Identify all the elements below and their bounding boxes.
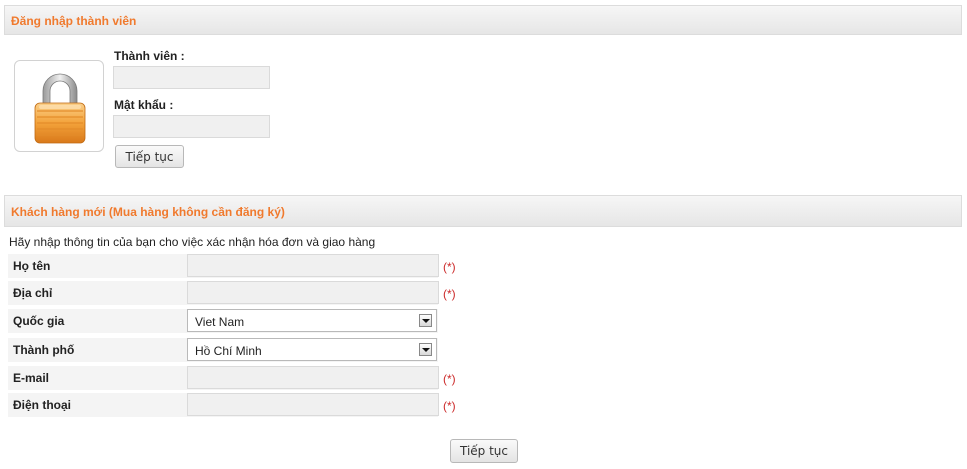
guest-continue-button[interactable]: Tiếp tục bbox=[450, 439, 518, 463]
address-label: Địa chỉ bbox=[13, 286, 53, 300]
email-input[interactable] bbox=[187, 366, 439, 389]
phone-label: Điện thoại bbox=[13, 398, 72, 412]
login-section-header: Đăng nhập thành viên bbox=[4, 5, 962, 35]
guest-section-title: Khách hàng mới (Mua hàng không cần đăng … bbox=[11, 205, 285, 219]
password-input[interactable] bbox=[113, 115, 270, 138]
city-select[interactable]: Hồ Chí Minh bbox=[187, 338, 437, 361]
chevron-down-icon[interactable] bbox=[419, 314, 432, 327]
email-label: E-mail bbox=[13, 371, 50, 385]
guest-intro-text: Hãy nhập thông tin của bạn cho việc xác … bbox=[9, 235, 376, 249]
country-selected-value: Viet Nam bbox=[195, 315, 245, 329]
phone-input[interactable] bbox=[187, 393, 439, 416]
password-label: Mật khẩu : bbox=[114, 98, 174, 112]
guest-section-header: Khách hàng mới (Mua hàng không cần đăng … bbox=[4, 195, 962, 227]
city-label: Thành phố bbox=[13, 343, 75, 357]
chevron-down-icon[interactable] bbox=[419, 343, 432, 356]
address-required-mark: (*) bbox=[443, 287, 456, 301]
login-continue-button[interactable]: Tiếp tục bbox=[115, 145, 184, 168]
country-label: Quốc gia bbox=[13, 314, 65, 328]
member-label: Thành viên : bbox=[114, 49, 185, 63]
name-input[interactable] bbox=[187, 254, 439, 277]
name-required-mark: (*) bbox=[443, 260, 456, 274]
name-label: Họ tên bbox=[13, 259, 51, 273]
padlock-icon bbox=[34, 73, 86, 144]
login-section-title: Đăng nhập thành viên bbox=[11, 14, 137, 28]
address-input[interactable] bbox=[187, 281, 439, 304]
country-select[interactable]: Viet Nam bbox=[187, 309, 437, 332]
lock-image-frame bbox=[14, 60, 104, 152]
city-selected-value: Hồ Chí Minh bbox=[195, 344, 262, 358]
phone-required-mark: (*) bbox=[443, 399, 456, 413]
email-required-mark: (*) bbox=[443, 372, 456, 386]
member-input[interactable] bbox=[113, 66, 270, 89]
